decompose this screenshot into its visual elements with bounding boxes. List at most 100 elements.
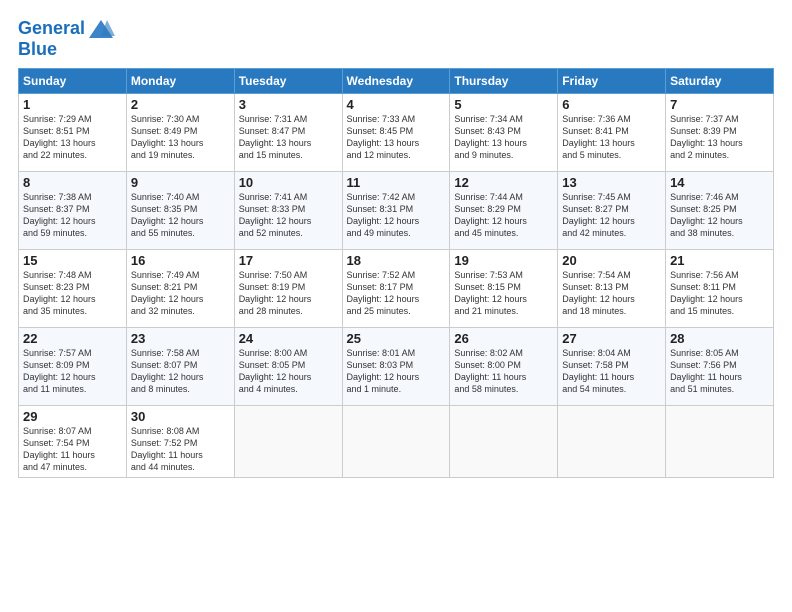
calendar-cell: 5Sunrise: 7:34 AMSunset: 8:43 PMDaylight… — [450, 93, 558, 171]
day-number: 12 — [454, 175, 553, 190]
day-number: 18 — [347, 253, 446, 268]
calendar-cell: 24Sunrise: 8:00 AMSunset: 8:05 PMDayligh… — [234, 327, 342, 405]
day-number: 3 — [239, 97, 338, 112]
day-number: 22 — [23, 331, 122, 346]
header: General Blue — [18, 18, 774, 60]
cell-info: Sunrise: 7:41 AMSunset: 8:33 PMDaylight:… — [239, 191, 338, 240]
logo-blue: Blue — [18, 40, 117, 60]
day-number: 9 — [131, 175, 230, 190]
header-row: SundayMondayTuesdayWednesdayThursdayFrid… — [19, 68, 774, 93]
col-header-sunday: Sunday — [19, 68, 127, 93]
day-number: 5 — [454, 97, 553, 112]
day-number: 11 — [347, 175, 446, 190]
calendar-cell: 14Sunrise: 7:46 AMSunset: 8:25 PMDayligh… — [666, 171, 774, 249]
day-number: 1 — [23, 97, 122, 112]
calendar-cell: 3Sunrise: 7:31 AMSunset: 8:47 PMDaylight… — [234, 93, 342, 171]
calendar-cell: 30Sunrise: 8:08 AMSunset: 7:52 PMDayligh… — [126, 405, 234, 477]
calendar-cell: 26Sunrise: 8:02 AMSunset: 8:00 PMDayligh… — [450, 327, 558, 405]
cell-info: Sunrise: 7:30 AMSunset: 8:49 PMDaylight:… — [131, 113, 230, 162]
cell-info: Sunrise: 7:53 AMSunset: 8:15 PMDaylight:… — [454, 269, 553, 318]
day-number: 19 — [454, 253, 553, 268]
calendar-table: SundayMondayTuesdayWednesdayThursdayFrid… — [18, 68, 774, 478]
cell-info: Sunrise: 7:54 AMSunset: 8:13 PMDaylight:… — [562, 269, 661, 318]
calendar-cell: 25Sunrise: 8:01 AMSunset: 8:03 PMDayligh… — [342, 327, 450, 405]
cell-info: Sunrise: 8:08 AMSunset: 7:52 PMDaylight:… — [131, 425, 230, 474]
cell-info: Sunrise: 7:29 AMSunset: 8:51 PMDaylight:… — [23, 113, 122, 162]
day-number: 27 — [562, 331, 661, 346]
day-number: 7 — [670, 97, 769, 112]
day-number: 2 — [131, 97, 230, 112]
col-header-wednesday: Wednesday — [342, 68, 450, 93]
col-header-tuesday: Tuesday — [234, 68, 342, 93]
calendar-cell — [234, 405, 342, 477]
day-number: 16 — [131, 253, 230, 268]
calendar-cell: 2Sunrise: 7:30 AMSunset: 8:49 PMDaylight… — [126, 93, 234, 171]
day-number: 20 — [562, 253, 661, 268]
cell-info: Sunrise: 7:44 AMSunset: 8:29 PMDaylight:… — [454, 191, 553, 240]
calendar-cell: 21Sunrise: 7:56 AMSunset: 8:11 PMDayligh… — [666, 249, 774, 327]
day-number: 30 — [131, 409, 230, 424]
day-number: 8 — [23, 175, 122, 190]
logo: General Blue — [18, 18, 117, 60]
cell-info: Sunrise: 8:02 AMSunset: 8:00 PMDaylight:… — [454, 347, 553, 396]
logo-icon — [87, 18, 115, 40]
calendar-cell: 8Sunrise: 7:38 AMSunset: 8:37 PMDaylight… — [19, 171, 127, 249]
cell-info: Sunrise: 7:42 AMSunset: 8:31 PMDaylight:… — [347, 191, 446, 240]
calendar-cell: 9Sunrise: 7:40 AMSunset: 8:35 PMDaylight… — [126, 171, 234, 249]
calendar-cell: 16Sunrise: 7:49 AMSunset: 8:21 PMDayligh… — [126, 249, 234, 327]
calendar-cell: 4Sunrise: 7:33 AMSunset: 8:45 PMDaylight… — [342, 93, 450, 171]
cell-info: Sunrise: 7:36 AMSunset: 8:41 PMDaylight:… — [562, 113, 661, 162]
calendar-cell: 27Sunrise: 8:04 AMSunset: 7:58 PMDayligh… — [558, 327, 666, 405]
cell-info: Sunrise: 8:04 AMSunset: 7:58 PMDaylight:… — [562, 347, 661, 396]
calendar-cell — [450, 405, 558, 477]
calendar-cell: 7Sunrise: 7:37 AMSunset: 8:39 PMDaylight… — [666, 93, 774, 171]
calendar-cell: 11Sunrise: 7:42 AMSunset: 8:31 PMDayligh… — [342, 171, 450, 249]
cell-info: Sunrise: 7:57 AMSunset: 8:09 PMDaylight:… — [23, 347, 122, 396]
day-number: 4 — [347, 97, 446, 112]
calendar-cell: 28Sunrise: 8:05 AMSunset: 7:56 PMDayligh… — [666, 327, 774, 405]
calendar-cell: 15Sunrise: 7:48 AMSunset: 8:23 PMDayligh… — [19, 249, 127, 327]
calendar-cell: 18Sunrise: 7:52 AMSunset: 8:17 PMDayligh… — [342, 249, 450, 327]
day-number: 13 — [562, 175, 661, 190]
col-header-thursday: Thursday — [450, 68, 558, 93]
calendar-cell: 1Sunrise: 7:29 AMSunset: 8:51 PMDaylight… — [19, 93, 127, 171]
cell-info: Sunrise: 7:37 AMSunset: 8:39 PMDaylight:… — [670, 113, 769, 162]
cell-info: Sunrise: 7:48 AMSunset: 8:23 PMDaylight:… — [23, 269, 122, 318]
cell-info: Sunrise: 7:31 AMSunset: 8:47 PMDaylight:… — [239, 113, 338, 162]
calendar-cell: 13Sunrise: 7:45 AMSunset: 8:27 PMDayligh… — [558, 171, 666, 249]
day-number: 29 — [23, 409, 122, 424]
calendar-cell — [666, 405, 774, 477]
calendar-cell: 23Sunrise: 7:58 AMSunset: 8:07 PMDayligh… — [126, 327, 234, 405]
cell-info: Sunrise: 8:00 AMSunset: 8:05 PMDaylight:… — [239, 347, 338, 396]
cell-info: Sunrise: 7:49 AMSunset: 8:21 PMDaylight:… — [131, 269, 230, 318]
day-number: 21 — [670, 253, 769, 268]
day-number: 24 — [239, 331, 338, 346]
cell-info: Sunrise: 7:40 AMSunset: 8:35 PMDaylight:… — [131, 191, 230, 240]
cell-info: Sunrise: 7:56 AMSunset: 8:11 PMDaylight:… — [670, 269, 769, 318]
col-header-friday: Friday — [558, 68, 666, 93]
cell-info: Sunrise: 7:46 AMSunset: 8:25 PMDaylight:… — [670, 191, 769, 240]
calendar-cell: 12Sunrise: 7:44 AMSunset: 8:29 PMDayligh… — [450, 171, 558, 249]
day-number: 10 — [239, 175, 338, 190]
cell-info: Sunrise: 7:33 AMSunset: 8:45 PMDaylight:… — [347, 113, 446, 162]
day-number: 26 — [454, 331, 553, 346]
calendar-cell: 22Sunrise: 7:57 AMSunset: 8:09 PMDayligh… — [19, 327, 127, 405]
day-number: 14 — [670, 175, 769, 190]
logo-text: General — [18, 19, 85, 39]
cell-info: Sunrise: 7:45 AMSunset: 8:27 PMDaylight:… — [562, 191, 661, 240]
cell-info: Sunrise: 8:07 AMSunset: 7:54 PMDaylight:… — [23, 425, 122, 474]
cell-info: Sunrise: 8:01 AMSunset: 8:03 PMDaylight:… — [347, 347, 446, 396]
calendar-cell: 6Sunrise: 7:36 AMSunset: 8:41 PMDaylight… — [558, 93, 666, 171]
col-header-monday: Monday — [126, 68, 234, 93]
day-number: 23 — [131, 331, 230, 346]
cell-info: Sunrise: 7:58 AMSunset: 8:07 PMDaylight:… — [131, 347, 230, 396]
day-number: 6 — [562, 97, 661, 112]
calendar-cell: 17Sunrise: 7:50 AMSunset: 8:19 PMDayligh… — [234, 249, 342, 327]
calendar-cell: 19Sunrise: 7:53 AMSunset: 8:15 PMDayligh… — [450, 249, 558, 327]
cell-info: Sunrise: 7:34 AMSunset: 8:43 PMDaylight:… — [454, 113, 553, 162]
day-number: 17 — [239, 253, 338, 268]
calendar-cell — [342, 405, 450, 477]
calendar-cell — [558, 405, 666, 477]
calendar-cell: 29Sunrise: 8:07 AMSunset: 7:54 PMDayligh… — [19, 405, 127, 477]
col-header-saturday: Saturday — [666, 68, 774, 93]
